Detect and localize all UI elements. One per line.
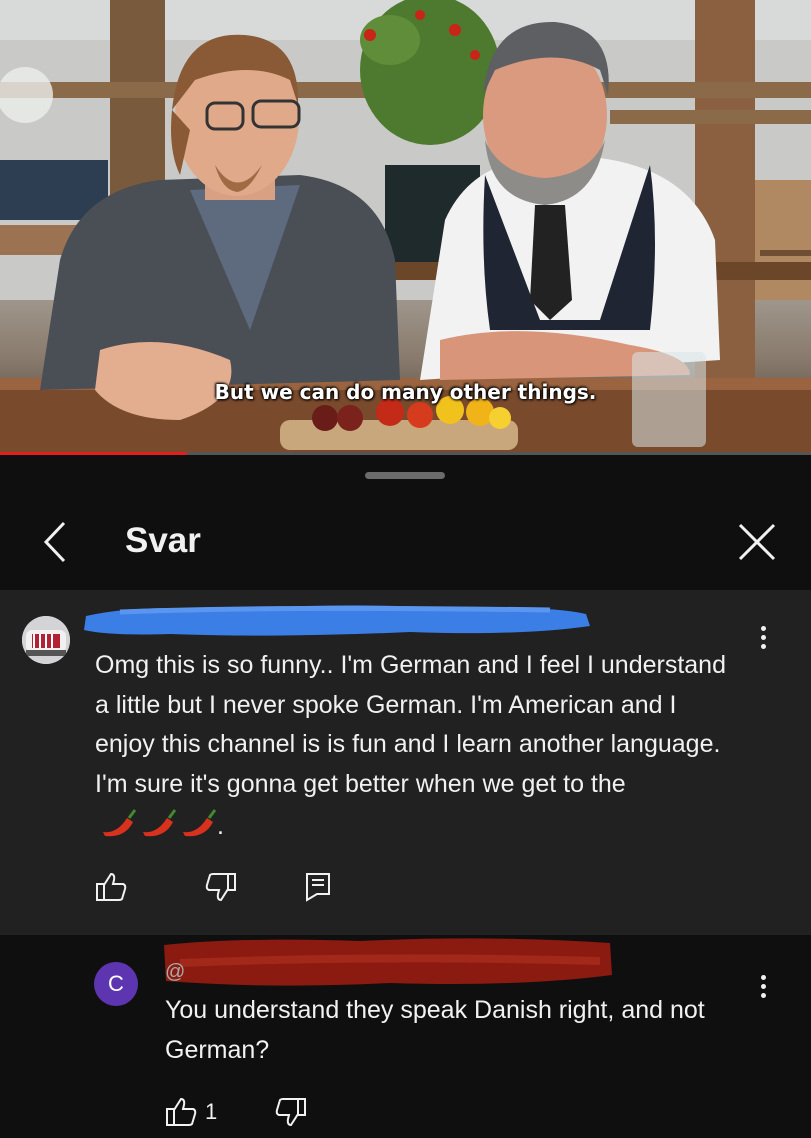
chevron-left-icon: [43, 521, 66, 563]
chili-pepper-icon: [99, 804, 217, 851]
reply-text: You understand they speak Danish right, …: [165, 996, 705, 1064]
video-subtitle: But we can do many other things.: [214, 380, 597, 404]
redacted-username: [84, 605, 590, 636]
comment-reply-icon: [306, 873, 330, 902]
thumbs-up-icon: [166, 1097, 197, 1126]
avatar[interactable]: [22, 616, 70, 664]
back-button[interactable]: [30, 517, 80, 567]
drag-handle[interactable]: [365, 472, 445, 479]
thumbs-up-icon: [96, 872, 127, 901]
dislike-button[interactable]: [205, 872, 237, 907]
replies-panel: Svar Omg this is so funny.. I'm German a…: [0, 455, 811, 1138]
reply-button[interactable]: [305, 872, 331, 907]
redacted-reply-username: [164, 938, 612, 986]
panel-title: Svar: [125, 521, 201, 560]
parent-comment: Omg this is so funny.. I'm German and I …: [0, 590, 811, 935]
close-button[interactable]: [732, 517, 782, 567]
comment-text: Omg this is so funny.. I'm German and I …: [95, 651, 726, 798]
comment-body: Omg this is so funny.. I'm German and I …: [95, 646, 735, 851]
reply-dislike-button[interactable]: [275, 1097, 307, 1132]
thumbs-down-icon: [205, 873, 236, 902]
thumbs-down-icon: [275, 1098, 306, 1127]
comment-trailing-punct: .: [217, 812, 224, 840]
comment-menu-button[interactable]: [753, 622, 773, 656]
reply-avatar[interactable]: C: [94, 962, 138, 1006]
reply-comment: @ C You understand they speak Danish rig…: [0, 935, 811, 1138]
video-player[interactable]: But we can do many other things.: [0, 0, 811, 455]
reply-author-fragment: @: [165, 961, 186, 983]
close-icon: [738, 523, 776, 561]
panel-header: Svar: [0, 495, 811, 590]
like-button[interactable]: [95, 872, 127, 907]
reply-like-button[interactable]: [165, 1097, 197, 1132]
avatar-image: [22, 616, 70, 664]
reply-like-count: 1: [205, 1099, 218, 1124]
